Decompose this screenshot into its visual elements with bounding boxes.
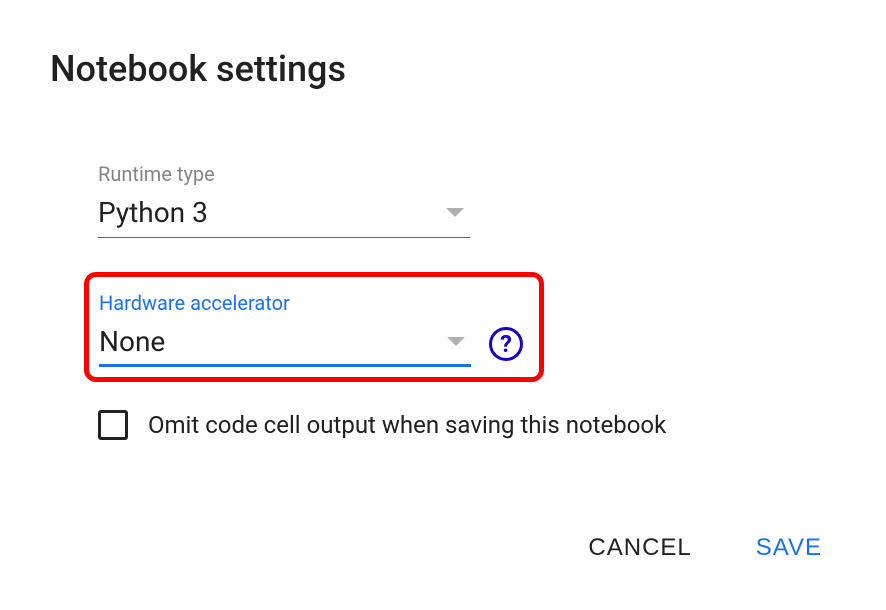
chevron-down-icon <box>446 208 464 217</box>
runtime-type-value: Python 3 <box>98 196 208 229</box>
hardware-accelerator-label: Hardware accelerator <box>99 291 290 315</box>
accelerator-highlight: Hardware accelerator None ? <box>84 272 544 382</box>
runtime-type-label: Runtime type <box>98 162 836 186</box>
dialog-title: Notebook settings <box>50 48 836 90</box>
help-icon[interactable]: ? <box>489 327 523 361</box>
omit-output-row: Omit code cell output when saving this n… <box>98 410 836 440</box>
runtime-type-select[interactable]: Python 3 <box>98 192 470 238</box>
hardware-accelerator-value: None <box>99 325 165 358</box>
omit-output-checkbox[interactable] <box>98 410 128 440</box>
notebook-settings-dialog: Notebook settings Runtime type Python 3 … <box>0 0 886 610</box>
hardware-accelerator-select[interactable]: None <box>99 321 471 367</box>
runtime-type-field: Runtime type Python 3 <box>98 162 836 238</box>
cancel-button[interactable]: CANCEL <box>584 526 695 570</box>
settings-form: Runtime type Python 3 Hardware accelerat… <box>50 162 836 440</box>
omit-output-label: Omit code cell output when saving this n… <box>148 411 666 439</box>
save-button[interactable]: SAVE <box>752 526 826 570</box>
chevron-down-icon <box>447 337 465 346</box>
dialog-footer: CANCEL SAVE <box>50 526 836 570</box>
